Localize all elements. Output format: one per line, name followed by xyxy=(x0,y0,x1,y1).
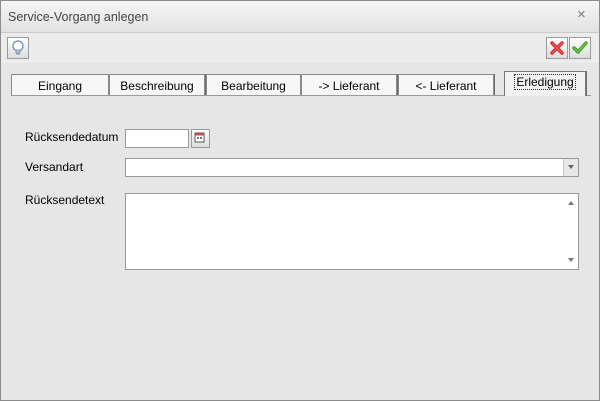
window-title: Service-Vorgang anlegen xyxy=(8,10,149,24)
green-check-icon xyxy=(572,41,588,54)
calendar-button[interactable] xyxy=(191,129,210,148)
tab-label: -> Lieferant xyxy=(318,79,380,93)
tab-label: Erledigung xyxy=(514,74,576,90)
dropdown-button[interactable] xyxy=(563,159,578,176)
tab-to-lieferant[interactable]: -> Lieferant xyxy=(301,74,397,95)
tab-label: Beschreibung xyxy=(120,79,194,93)
tab-label: Eingang xyxy=(37,79,83,93)
return-text-label: Rücksendetext xyxy=(25,193,105,207)
toolbar xyxy=(1,32,599,63)
confirm-button[interactable] xyxy=(569,37,591,59)
tab-erledigung[interactable]: Erledigung xyxy=(504,71,586,96)
return-date-input[interactable] xyxy=(125,129,189,148)
dialog-window: Service-Vorgang anlegen × Eingang Beschr… xyxy=(0,0,600,401)
calendar-icon xyxy=(194,132,205,143)
tab-from-lieferant[interactable]: <- Lieferant xyxy=(398,74,494,95)
tab-bearbeitung[interactable]: Bearbeitung xyxy=(206,74,301,95)
tab-label: Bearbeitung xyxy=(221,79,286,93)
shipping-method-select[interactable] xyxy=(125,158,579,177)
tab-beschreibung[interactable]: Beschreibung xyxy=(109,74,205,95)
tab-eingang[interactable]: Eingang xyxy=(11,74,109,95)
return-text-area[interactable] xyxy=(125,193,579,270)
title-bar[interactable]: Service-Vorgang anlegen × xyxy=(1,1,599,32)
cancel-button[interactable] xyxy=(546,37,568,59)
lightbulb-icon xyxy=(12,40,24,55)
return-date-label: Rücksendedatum xyxy=(25,130,119,144)
shipping-method-label: Versandart xyxy=(25,160,84,174)
tab-strip: Eingang Beschreibung Bearbeitung -> Lief… xyxy=(11,71,591,96)
tab-label: <- Lieferant xyxy=(415,79,477,93)
close-icon[interactable]: × xyxy=(577,7,586,23)
chevron-down-icon xyxy=(568,165,574,169)
scroll-up-icon[interactable] xyxy=(568,201,574,205)
hint-button[interactable] xyxy=(7,37,29,59)
red-x-icon xyxy=(550,41,564,55)
scroll-down-icon[interactable] xyxy=(568,258,574,262)
scrollbar[interactable] xyxy=(564,194,578,269)
